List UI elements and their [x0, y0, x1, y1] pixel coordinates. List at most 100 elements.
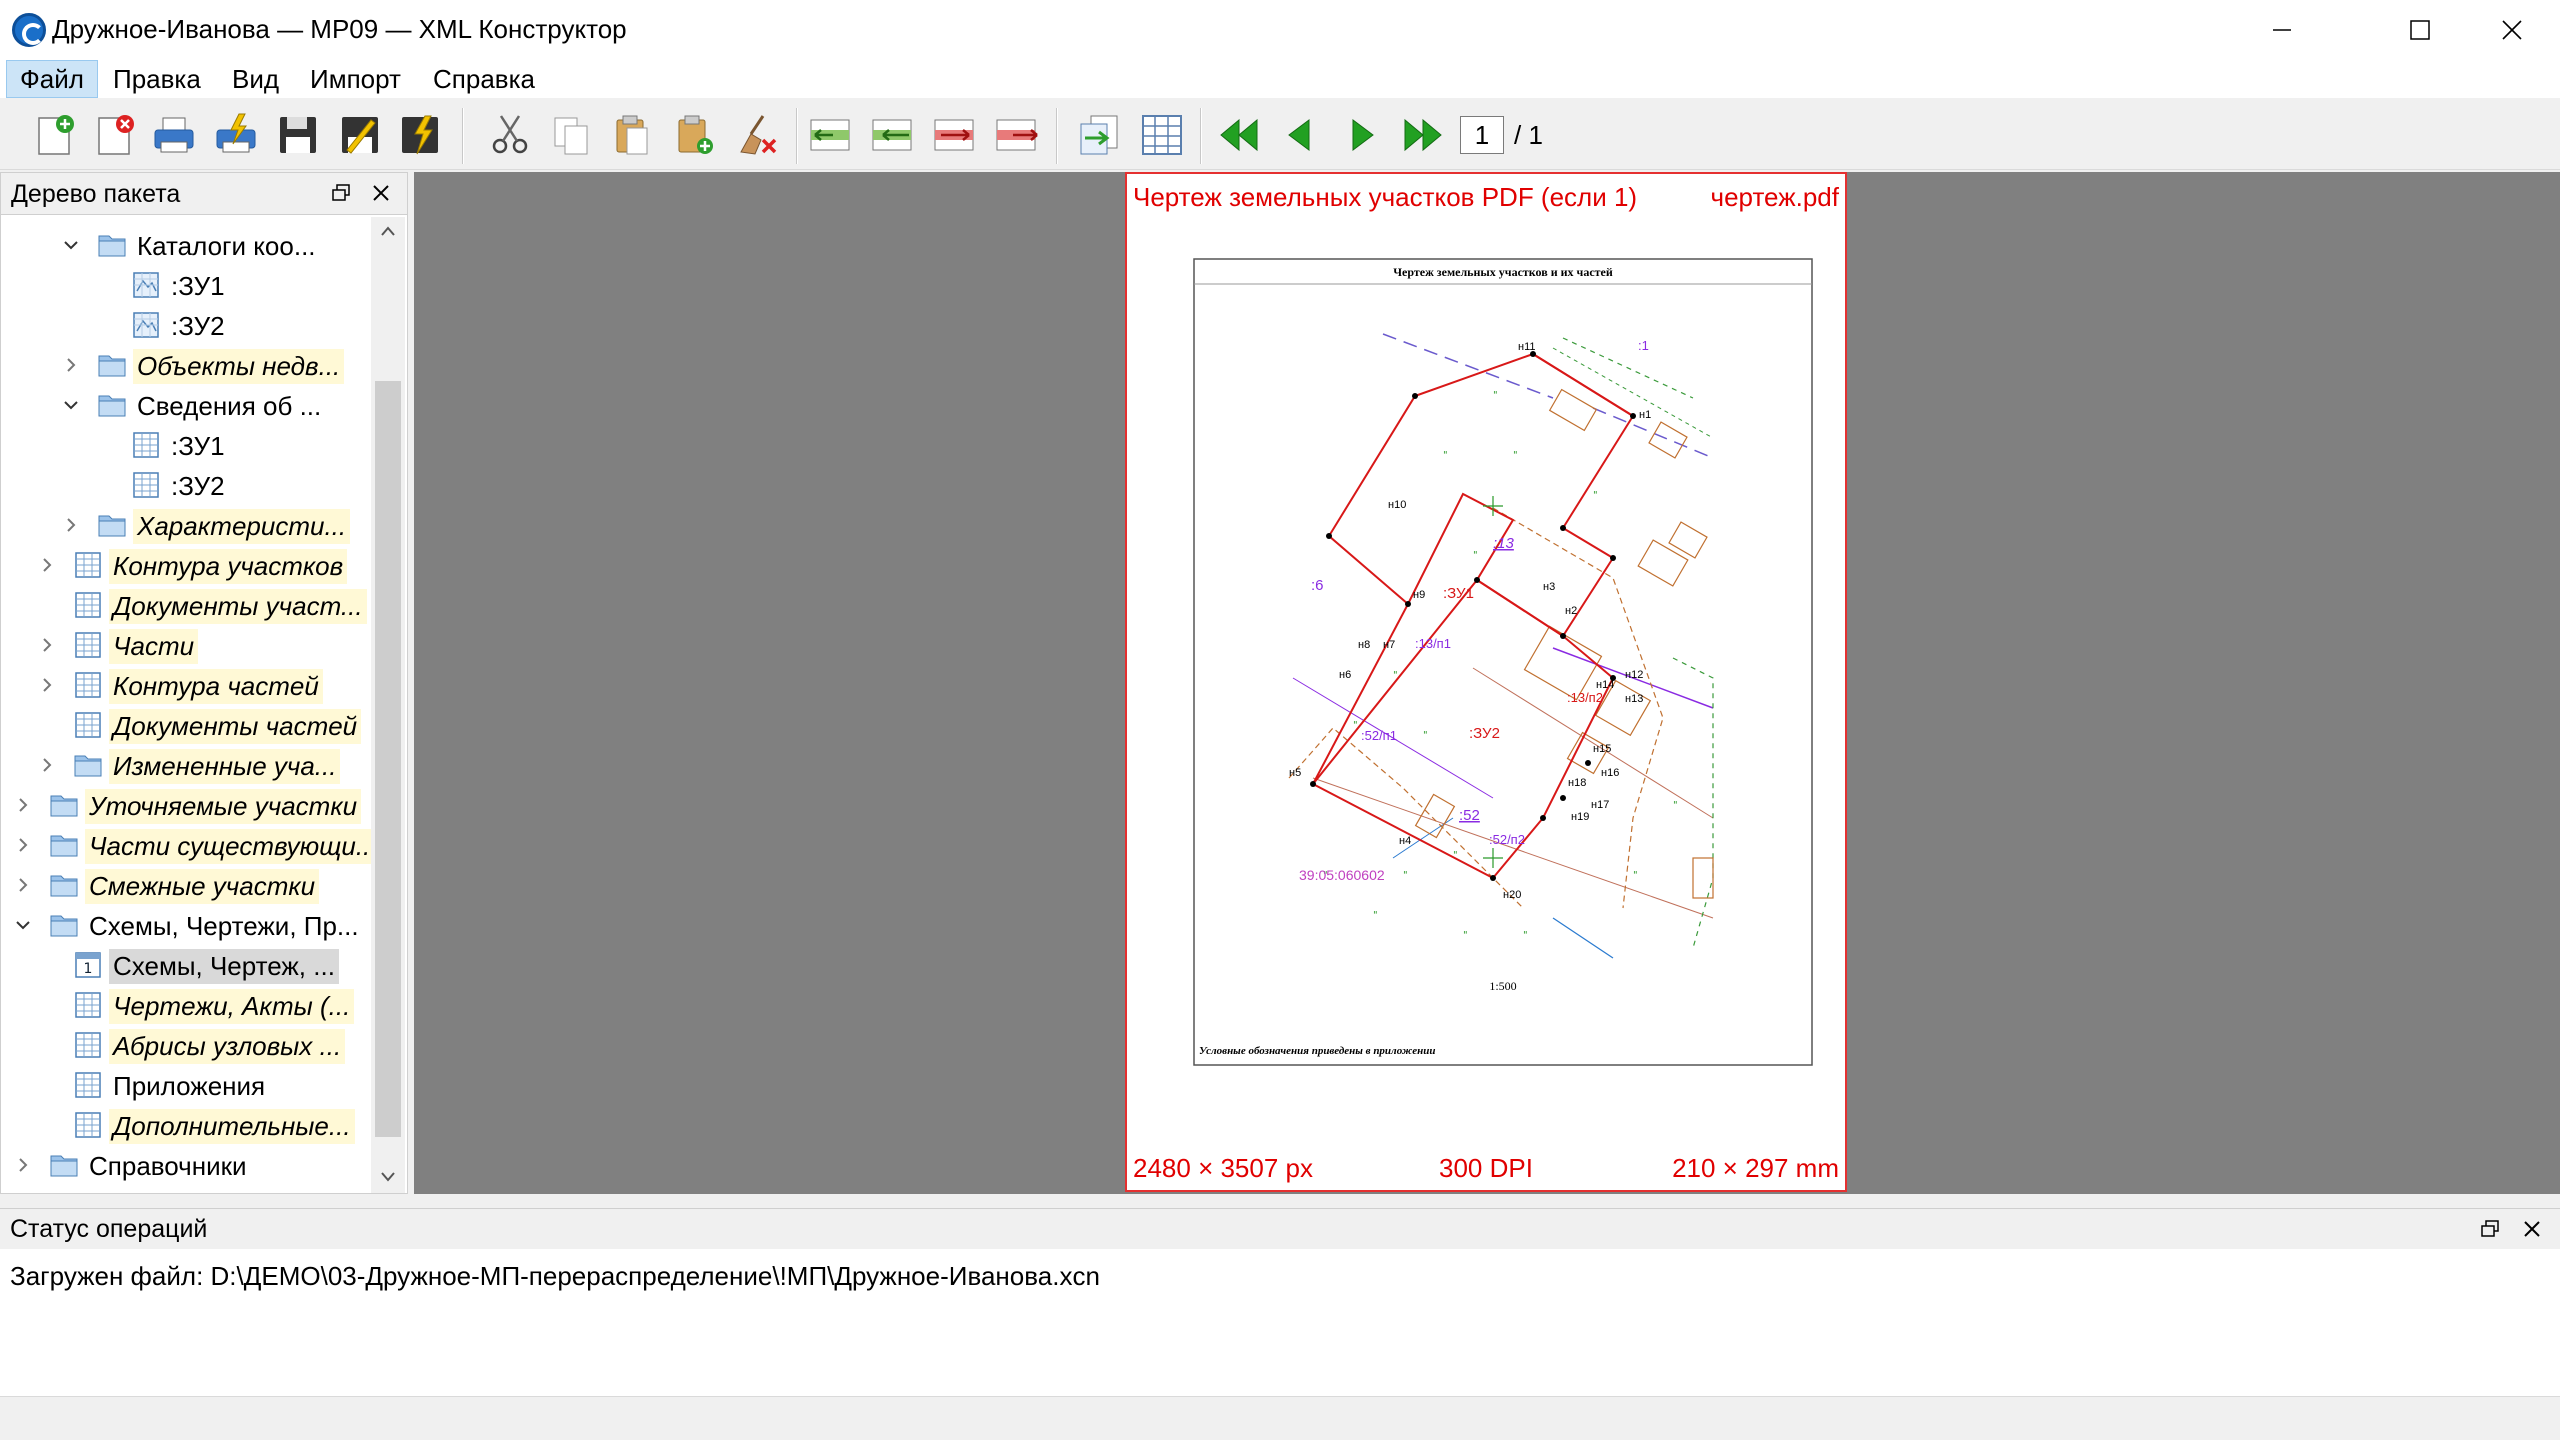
tree-item[interactable]: Объекты недв...: [1, 345, 371, 385]
row-delete-button[interactable]: [990, 109, 1042, 161]
quick-print-button[interactable]: [210, 109, 262, 161]
tree-item-label: Справочники: [89, 1151, 247, 1181]
status-float-button[interactable]: [2476, 1215, 2504, 1243]
drawing-label: н8: [1358, 639, 1370, 651]
paste-special-button[interactable]: [668, 109, 720, 161]
chevron-down-icon[interactable]: [13, 915, 33, 935]
tree-close-button[interactable]: [367, 179, 395, 207]
chevron-down-icon[interactable]: [61, 395, 81, 415]
chevron-right-icon[interactable]: [13, 875, 33, 895]
new-file-button[interactable]: [28, 109, 80, 161]
quick-sign-button[interactable]: [394, 109, 446, 161]
clear-icon: [740, 115, 777, 155]
svg-text:": ": [1513, 450, 1518, 461]
row-insert-button[interactable]: [866, 109, 918, 161]
cut-button[interactable]: [484, 109, 536, 161]
tree-item[interactable]: :ЗУ2: [1, 465, 371, 505]
chevron-right-icon[interactable]: [13, 795, 33, 815]
tree-item[interactable]: Смежные участки: [1, 865, 371, 905]
paste-button[interactable]: [606, 109, 658, 161]
chevron-down-icon[interactable]: [61, 235, 81, 255]
minimize-button[interactable]: [2236, 0, 2328, 60]
chevron-right-icon[interactable]: [61, 515, 81, 535]
drawing-label: н5: [1289, 767, 1301, 779]
tree-item-label: Смежные участки: [85, 869, 320, 904]
menu-file[interactable]: Файл: [6, 60, 98, 98]
scroll-down-icon[interactable]: [380, 1171, 396, 1183]
tree-panel-title: Дерево пакета: [11, 180, 181, 208]
tree-scrollbar[interactable]: [371, 217, 405, 1193]
tree-item-label: Абрисы узловых ...: [109, 1029, 346, 1064]
maximize-button[interactable]: [2374, 0, 2466, 60]
page-preview[interactable]: Чертеж земельных участков PDF (если 1) ч…: [1125, 172, 1847, 1192]
copy-button[interactable]: [546, 109, 598, 161]
svg-text:": ": [1403, 870, 1408, 881]
chevron-right-icon[interactable]: [37, 635, 57, 655]
close-icon: [2502, 20, 2522, 40]
restore-icon: [2481, 1220, 2499, 1237]
close-file-button[interactable]: [88, 109, 140, 161]
tree-item[interactable]: Дополнительные...: [1, 1105, 371, 1145]
row-move-button[interactable]: [928, 109, 980, 161]
menu-import[interactable]: Импорт: [297, 60, 414, 98]
chevron-right-icon[interactable]: [37, 755, 57, 775]
tree-item[interactable]: Каталоги коо...: [1, 225, 371, 265]
tree-item[interactable]: :ЗУ2: [1, 305, 371, 345]
tree-item[interactable]: Схемы, Чертежи, Пр...: [1, 905, 371, 945]
first-page-button[interactable]: [1212, 109, 1264, 161]
tree-item[interactable]: Документы частей: [1, 705, 371, 745]
tree-item[interactable]: Сведения об ...: [1, 385, 371, 425]
menu-view[interactable]: Вид: [219, 60, 292, 98]
save-button[interactable]: [272, 109, 324, 161]
table-button[interactable]: [1136, 109, 1188, 161]
tree-item[interactable]: Уточняемые участки: [1, 785, 371, 825]
page-number-input[interactable]: 1: [1460, 116, 1504, 154]
menu-edit[interactable]: Правка: [100, 60, 214, 98]
tree-item-label: Приложения: [113, 1071, 266, 1101]
tree-item[interactable]: Справочники: [1, 1145, 371, 1185]
status-close-button[interactable]: [2518, 1215, 2546, 1243]
tree-item[interactable]: Абрисы узловых ...: [1, 1025, 371, 1065]
print-icon: [154, 117, 194, 153]
tree-scroll-thumb[interactable]: [375, 381, 401, 1137]
last-page-button[interactable]: [1398, 109, 1450, 161]
sign-button[interactable]: [334, 109, 386, 161]
map-icon: [131, 311, 161, 339]
chevron-right-icon[interactable]: [37, 555, 57, 575]
title-bar: Дружное-Иванова — МР09 — XML Конструктор: [0, 0, 2560, 60]
tree-item[interactable]: Измененные уча...: [1, 745, 371, 785]
tree-float-button[interactable]: [327, 179, 355, 207]
chevron-right-icon[interactable]: [61, 355, 81, 375]
tree-item[interactable]: Части существующи...: [1, 825, 371, 865]
print-button[interactable]: [148, 109, 200, 161]
tree-item[interactable]: Части: [1, 625, 371, 665]
tree-item[interactable]: Характеристи...: [1, 505, 371, 545]
svg-text:": ": [1393, 670, 1398, 681]
export-button[interactable]: [1074, 109, 1126, 161]
sign-icon: [342, 117, 378, 154]
drawing-label: н9: [1413, 589, 1425, 601]
tree-item[interactable]: Чертежи, Акты (...: [1, 985, 371, 1025]
tree-item[interactable]: Документы участ...: [1, 585, 371, 625]
tree-item[interactable]: Контура частей: [1, 665, 371, 705]
tree-item[interactable]: :ЗУ1: [1, 425, 371, 465]
tree-item[interactable]: Приложения: [1, 1065, 371, 1105]
close-button[interactable]: [2466, 0, 2558, 60]
first-page-icon: [1220, 118, 1258, 152]
tree-item[interactable]: :ЗУ1: [1, 265, 371, 305]
menu-help[interactable]: Справка: [420, 60, 548, 98]
chevron-right-icon[interactable]: [13, 835, 33, 855]
tree-item-label: Объекты недв...: [133, 349, 345, 384]
next-page-button[interactable]: [1336, 109, 1388, 161]
table-icon: [73, 631, 103, 659]
chevron-right-icon[interactable]: [37, 675, 57, 695]
maximize-icon: [2410, 20, 2430, 40]
clear-button[interactable]: [732, 109, 784, 161]
tree-item[interactable]: Контура участков: [1, 545, 371, 585]
prev-page-button[interactable]: [1274, 109, 1326, 161]
folder-icon: [49, 791, 79, 819]
tree-item[interactable]: 1 Схемы, Чертеж, ...: [1, 945, 371, 985]
row-insert-left-button[interactable]: [804, 109, 856, 161]
scroll-up-icon[interactable]: [380, 225, 396, 237]
chevron-right-icon[interactable]: [13, 1155, 33, 1175]
